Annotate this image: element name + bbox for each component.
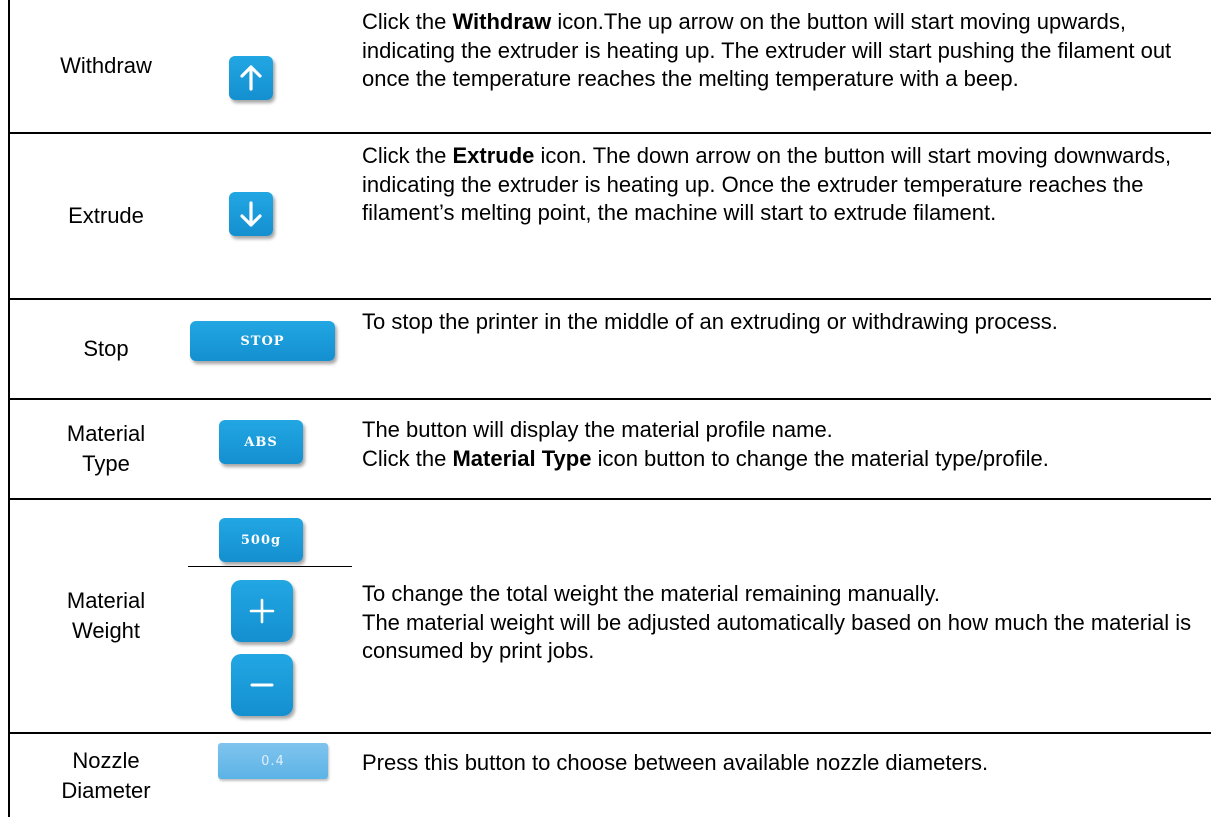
button-reference-table: Withdraw Click the Withdraw icon.The up … — [8, 0, 1211, 817]
decrease-weight-button[interactable] — [231, 654, 293, 716]
row-description: To stop the printer in the middle of an … — [362, 309, 1058, 334]
nozzle-diameter-button-label: 0.4 — [261, 753, 285, 769]
row-withdraw: Withdraw Click the Withdraw icon.The up … — [10, 0, 1211, 134]
row-description: Press this button to choose between avai… — [362, 750, 989, 775]
row-material-type: Material Type ABS The button will displa… — [10, 400, 1211, 500]
row-stop: Stop STOP To stop the printer in the mid… — [10, 300, 1211, 400]
material-weight-button[interactable]: 500g — [219, 518, 303, 562]
row-label: Nozzle Diameter — [61, 747, 151, 803]
row-extrude: Extrude Click the Extrude icon. The down… — [10, 134, 1211, 300]
row-material-weight: Material Weight 500g To change the total… — [10, 500, 1211, 734]
arrow-down-icon — [240, 201, 262, 227]
row-label: Stop — [83, 336, 129, 361]
row-label: Withdraw — [60, 53, 152, 78]
row-description: Click the Withdraw icon.The up arrow on … — [362, 9, 1172, 91]
nozzle-diameter-button[interactable]: 0.4 — [218, 743, 328, 779]
row-description: Click the Extrude icon. The down arrow o… — [362, 143, 1172, 225]
minus-icon — [250, 683, 274, 687]
extrude-button[interactable] — [229, 192, 273, 236]
stop-button[interactable]: STOP — [190, 321, 335, 361]
row-label: Material Weight — [66, 588, 146, 643]
arrow-up-icon — [240, 65, 262, 91]
material-type-button[interactable]: ABS — [219, 420, 303, 464]
weight-separator-line — [188, 566, 352, 567]
withdraw-button[interactable] — [229, 56, 273, 100]
increase-weight-button[interactable] — [231, 580, 293, 642]
plus-icon — [249, 598, 275, 624]
stop-button-label: STOP — [240, 333, 285, 349]
row-nozzle-diameter: Nozzle Diameter 0.4 Press this button to… — [10, 734, 1211, 817]
row-label: Material Type — [66, 421, 146, 476]
row-description: To change the total weight the material … — [362, 581, 1192, 663]
row-description: The button will display the material pro… — [362, 417, 1049, 471]
material-type-button-label: ABS — [244, 434, 278, 450]
row-label: Extrude — [68, 203, 144, 228]
material-weight-button-label: 500g — [240, 532, 282, 548]
